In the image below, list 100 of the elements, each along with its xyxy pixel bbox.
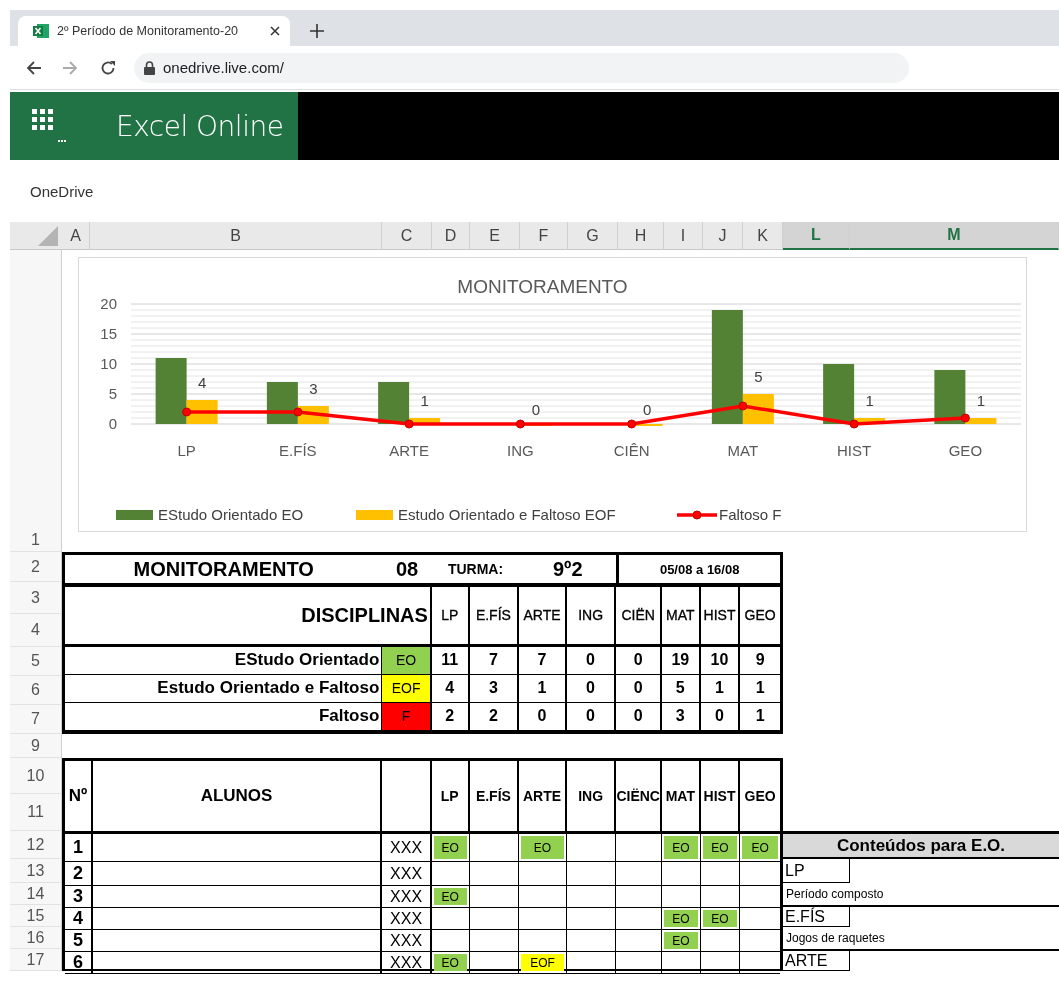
axis-label: MAT (727, 442, 759, 459)
table-cell: XXX (382, 886, 432, 908)
table-cell: Faltoso (65, 702, 383, 731)
table-cell: Estudo Orientado e Faltoso (65, 674, 383, 703)
app-title: Excel Online (116, 109, 284, 143)
table-cell: ARTE (783, 949, 850, 971)
table-cell: 4 (431, 674, 470, 703)
table-cell: 0 (566, 702, 617, 731)
table-cell: EOF (382, 674, 432, 703)
table-cell: LP (783, 859, 850, 883)
table-cell: XXX (382, 930, 432, 952)
table-cell: 1 (65, 834, 93, 862)
axis-label: 20 (100, 295, 117, 312)
table-cell: 19 (662, 646, 701, 675)
table-cell: 2 (65, 862, 93, 886)
status-tag: EOF (521, 954, 564, 971)
legend-label: Faltoso F (719, 506, 782, 523)
column-header: Nº (65, 761, 93, 834)
table-cell: XXX (382, 862, 432, 886)
table-cell: 1 (519, 674, 567, 703)
table-cell: 0 (616, 646, 662, 675)
chart-title: MONITORAMENTO (457, 276, 628, 297)
table-cell: EO (382, 646, 432, 675)
table-cell: XXX (382, 834, 432, 862)
column-header: ARTE (519, 584, 567, 647)
table-cell: XXX (382, 908, 432, 930)
axis-label: E.FÍS (279, 442, 317, 459)
column-header: GEO (740, 584, 780, 647)
table-cell: 1 (740, 674, 780, 703)
table-cell: 0 (616, 702, 662, 731)
status-tag: EO (521, 836, 564, 859)
table-cell: 6 (65, 952, 93, 974)
legend-label: Estudo Orientado e Faltoso EOF (398, 506, 616, 523)
table-cell: 0 (519, 702, 567, 731)
column-header: CIËNC (616, 761, 662, 834)
data-label: 0 (531, 401, 541, 418)
section-header: Conteúdos para E.O. (783, 831, 1059, 859)
status-tag: EO (702, 910, 738, 927)
axis-label: GEO (948, 442, 983, 459)
table-cell: 7 (469, 646, 520, 675)
column-header: HIST (700, 584, 741, 647)
table-cell: 1 (740, 702, 780, 731)
data-label: 5 (754, 368, 763, 385)
table-cell: F (382, 702, 432, 731)
column-header: E.FÍS (469, 584, 520, 647)
table-cell: 7 (519, 646, 567, 675)
status-tag: EO (742, 836, 778, 859)
table-cell: 0 (700, 702, 741, 731)
table-cell: 0 (616, 674, 662, 703)
table-cell: 4 (65, 908, 93, 930)
table-cell: EStudo Orientado (65, 646, 383, 675)
table-cell-text: Período composto (785, 886, 885, 903)
axis-label: 5 (108, 385, 117, 402)
table-cell: 3 (662, 702, 701, 731)
table-cell: 5 (662, 674, 701, 703)
data-label: 0 (642, 401, 652, 418)
table-cell: 5 (65, 930, 93, 952)
data-label: 3 (309, 380, 318, 397)
column-header: E.FÍS (469, 761, 520, 834)
legend-label: EStudo Orientado EO (158, 506, 304, 523)
table-cell: TURMA: (431, 555, 520, 584)
table-cell: E.FÍS (783, 905, 850, 927)
table-cell: 1 (700, 674, 741, 703)
table-title: MONITORAMENTO (65, 555, 383, 584)
data-label: 1 (976, 392, 986, 409)
column-header: MAT (662, 584, 701, 647)
data-label: 4 (197, 374, 207, 391)
table-cell: DISCIPLINAS (65, 584, 432, 647)
status-tag: EO (664, 932, 698, 949)
column-header: CIËN (616, 584, 662, 647)
status-tag: EO (664, 836, 698, 859)
status-tag: EO (702, 836, 738, 859)
table-cell: XXX (382, 952, 432, 974)
axis-label: 15 (100, 325, 117, 342)
axis-label: 0 (108, 415, 117, 432)
status-tag: EO (433, 954, 467, 971)
table-cell: 9 (740, 646, 780, 675)
table-cell-text: Jogos de raquetes (785, 930, 886, 947)
column-header: ING (566, 584, 617, 647)
table-cell: 2 (469, 702, 520, 731)
axis-label: ARTE (389, 442, 429, 459)
column-header: LP (431, 584, 470, 647)
table-cell: 2 (431, 702, 470, 731)
axis-label: 10 (100, 355, 117, 372)
data-label: 1 (865, 392, 874, 409)
axis-label: ING (507, 442, 534, 459)
table-cell: 10 (700, 646, 741, 675)
table-cell: 08 (382, 555, 432, 584)
table-cell: 3 (65, 886, 93, 908)
table-cell: 0 (566, 646, 617, 675)
status-tag: EO (433, 836, 467, 859)
data-label: 1 (420, 392, 429, 409)
axis-label: HIST (837, 442, 872, 459)
table-cell: 0 (566, 674, 617, 703)
table-cell: 11 (431, 646, 470, 675)
status-tag: EO (664, 910, 698, 927)
column-header: ALUNOS (92, 761, 383, 834)
axis-label: LP (177, 442, 196, 459)
table-cell: 9º2 (519, 555, 617, 584)
column-header: ING (566, 761, 617, 834)
